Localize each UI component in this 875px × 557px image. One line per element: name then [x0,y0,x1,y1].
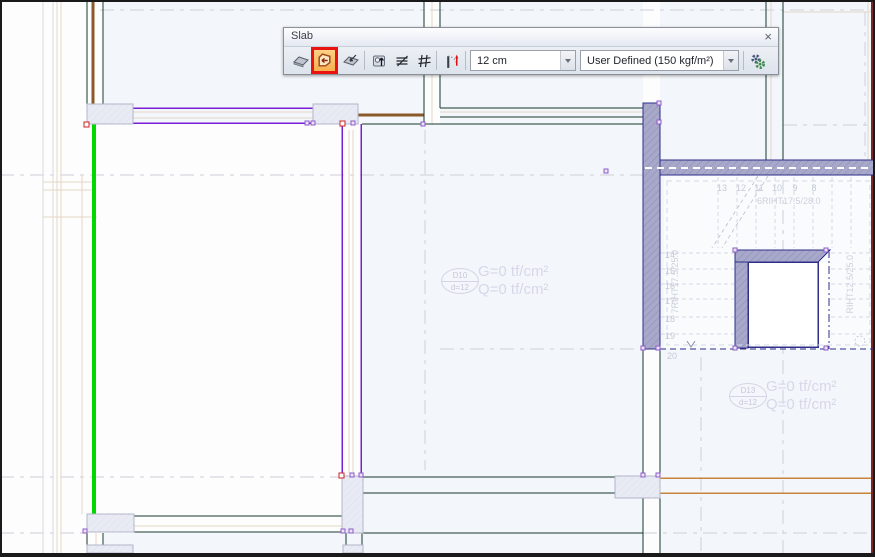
stair-tread-number: 8 [806,183,822,193]
close-icon[interactable]: × [764,29,772,45]
angle-arrow-icon [443,53,462,70]
gears-icon [749,53,767,70]
stair-label-left: 7RIHT17.5/25.0 [670,250,680,314]
chevron-down-icon[interactable] [560,51,575,70]
slab-arrow-icon [342,53,360,69]
toolbar-separator [364,51,365,70]
slab-slope-button[interactable] [391,49,413,73]
hash-grid-icon [416,53,433,69]
slab-id: D13 [730,384,766,397]
slab-inclination-button[interactable] [440,49,464,73]
slab-tag-d13[interactable]: D13 d=12 [729,383,767,409]
slab-icon [292,53,310,69]
slope-lines-icon [394,53,411,69]
slab-loads-d13: G=0 tf/cm² Q=0 tf/cm² [766,378,836,414]
slab-perimeter-icon [316,52,333,69]
toolbar-separator [743,51,744,70]
slab-perimeter-tool-button-active[interactable] [311,47,338,74]
floor-plan-drawing [0,0,875,557]
slab-tag-d10[interactable]: D10 d=12 [441,268,479,294]
stair-tread-number: 18 [662,314,678,324]
slab-load-combobox[interactable]: User Defined (150 kgf/m²) [580,50,739,71]
library-image-icon [371,53,388,69]
slab-g-load: G=0 tf/cm² [766,378,836,396]
slab-g-load: G=0 tf/cm² [478,263,548,281]
slab-thickness-combobox[interactable]: 12 cm [470,50,576,71]
stair-tread-number: 13 [714,183,730,193]
stair-tread-number: 19 [662,331,678,341]
toolbar-title: Slab [291,30,313,42]
stair-tread-number: 10 [769,183,785,193]
slab-q-load: Q=0 tf/cm² [478,281,548,299]
stair-tread-number: 20 [664,351,680,361]
slab-thickness-value: 12 cm [471,55,560,67]
stair-tread-number: 11 [751,183,767,193]
cad-drawing-canvas[interactable]: D10 d=12 G=0 tf/cm² Q=0 tf/cm² D13 d=12 … [0,0,875,557]
slab-ribs-button[interactable] [413,49,435,73]
slab-tool-button[interactable] [290,49,312,73]
toolbar-separator [436,51,437,70]
chevron-down-icon[interactable] [723,51,738,70]
toolbar-separator [465,51,466,70]
slab-pick-tool-button[interactable] [340,49,362,73]
purple-beam-lines[interactable] [133,108,361,476]
stair-label-top: 6RIHT17.5/28.0 [757,196,821,206]
slab-library-button[interactable] [368,49,390,73]
slab-id: D10 [442,269,478,282]
slab-q-load: Q=0 tf/cm² [766,396,836,414]
slab-toolbar: Slab × [283,27,779,75]
stair-tread-number: 9 [787,183,803,193]
slab-settings-button[interactable] [747,49,769,73]
slab-load-value: User Defined (150 kgf/m²) [581,55,723,67]
slab-toolbar-titlebar[interactable]: Slab × [284,28,778,47]
stair-label-right: RIHT12.5/25.0 [845,255,855,314]
stair-tread-number: 12 [733,183,749,193]
slab-loads-d10: G=0 tf/cm² Q=0 tf/cm² [478,263,548,299]
